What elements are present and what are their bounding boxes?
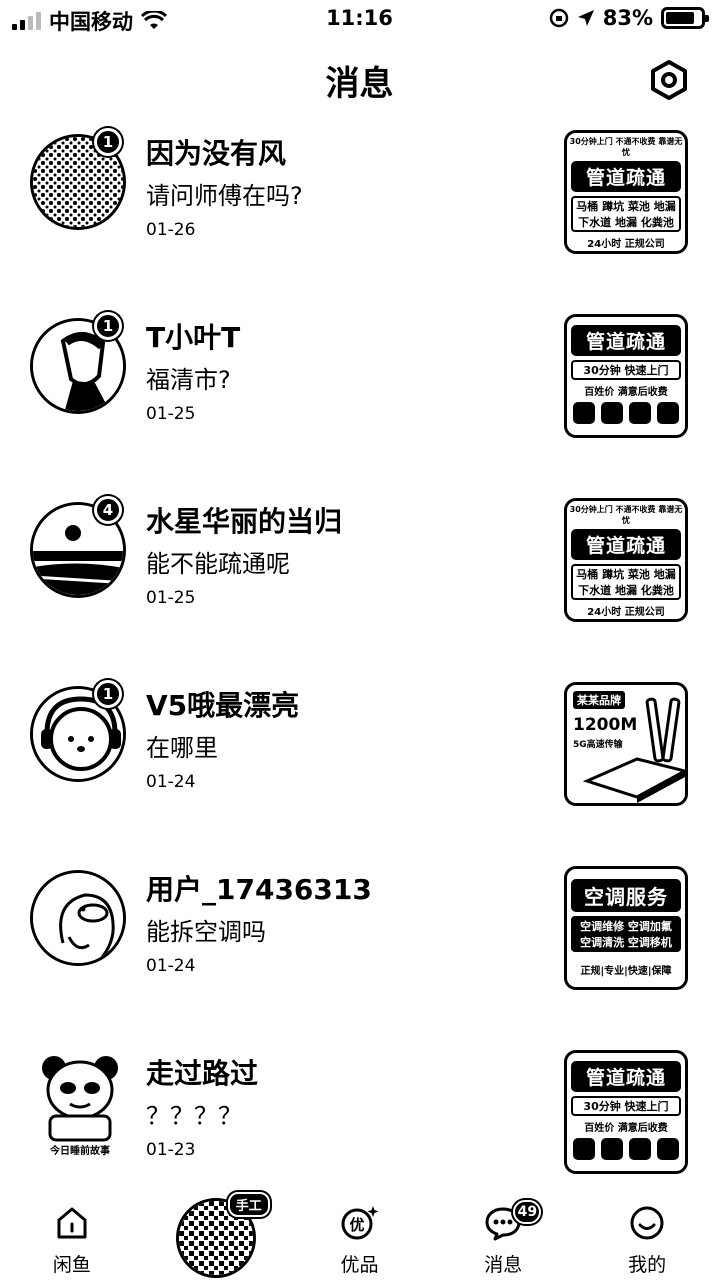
conversation-row[interactable]: 4 水星华丽的当归 能不能疏通呢 01-25 30分钟上门 不通不收费 靠谱无忧… (0, 480, 719, 664)
tab-label: 消息 (484, 1254, 523, 1276)
tab-messages[interactable]: 49 消息 (431, 1186, 575, 1280)
item-thumbnail[interactable]: 空调服务 空调维修 空调加氟 空调清洗 空调移机 正规|专业|快速|保障 (564, 866, 688, 990)
item-thumbnail[interactable]: 30分钟上门 不通不收费 靠谱无忧 管道疏通 马桶 蹲坑 菜池 地漏 下水道 地… (564, 498, 688, 622)
item-thumbnail[interactable]: 管道疏通 30分钟 快速上门 百姓价 满意后收费 (564, 1050, 688, 1174)
last-message: 请问师傅在吗? (146, 182, 303, 210)
thumb-footer: 正规|专业|快速|保障 (580, 966, 672, 977)
tab-unread-badge: 49 (513, 1200, 542, 1224)
thumb-top-text: 30分钟上门 不通不收费 靠谱无忧 (569, 137, 683, 157)
contact-name: V5哦最漂亮 (146, 689, 300, 722)
thumb-heading: 空调服务 (571, 879, 681, 912)
location-icon (577, 10, 594, 26)
battery-percent: 83% (602, 6, 653, 30)
message-date: 01-26 (146, 220, 196, 240)
thumb-heading: 管道疏通 (571, 325, 681, 356)
wifi-adapter-icon (582, 697, 685, 803)
item-thumbnail[interactable]: 30分钟上门 不通不收费 靠谱无忧 管道疏通 马桶 蹲坑 菜池 地漏 下水道 地… (564, 130, 688, 254)
orientation-lock-icon (549, 8, 568, 28)
thumb-subtext: 马桶 蹲坑 菜池 地漏 下水道 地漏 化粪池 (571, 564, 681, 600)
conversation-row[interactable]: 1 V5哦最漂亮 在哪里 01-24 某某品牌 1200M 5G高速传输 (0, 664, 719, 848)
sticker-caption: 今日睡前故事 (50, 1146, 110, 1157)
contact-name: 走过路过 (146, 1057, 259, 1090)
status-right: 83% (549, 6, 709, 30)
message-date: 01-25 (146, 588, 196, 608)
thumb-icons (573, 1138, 679, 1160)
contact-name: T小叶T (146, 321, 241, 354)
last-message: 在哪里 (146, 734, 218, 762)
thumb-top-text: 30分钟上门 不通不收费 靠谱无忧 (569, 505, 683, 525)
smile-icon (630, 1206, 664, 1240)
conversation-row[interactable]: 1 因为没有风 请问师傅在吗? 01-26 30分钟上门 不通不收费 靠谱无忧 … (0, 112, 719, 296)
thumb-heading: 管道疏通 (571, 529, 681, 560)
thumb-footer: 百姓价 满意后收费 (584, 1123, 668, 1134)
battery-icon (661, 7, 709, 29)
tab-bar: 闲鱼 手工 优 优品 49 消息 我的 (0, 1186, 719, 1280)
conversation-list: 1 因为没有风 请问师傅在吗? 01-26 30分钟上门 不通不收费 靠谱无忧 … (0, 112, 719, 1216)
last-message: 福清市? (146, 366, 231, 394)
tab-youpin[interactable]: 优 优品 (288, 1186, 432, 1280)
unread-badge: 4 (94, 496, 122, 524)
header: 消息 (0, 48, 719, 112)
item-thumbnail[interactable]: 某某品牌 1200M 5G高速传输 (564, 682, 688, 806)
thumb-footer: 24小时 正规公司 (587, 607, 665, 618)
message-date: 01-24 (146, 956, 196, 976)
youpin-icon: 优 (341, 1206, 379, 1240)
thumb-subtext: 马桶 蹲坑 菜池 地漏 下水道 地漏 化粪池 (571, 196, 681, 232)
message-date: 01-24 (146, 772, 196, 792)
tab-xianyu[interactable]: 闲鱼 (0, 1186, 144, 1280)
conversation-row[interactable]: 1 T小叶T 福清市? 01-25 管道疏通 30分钟 快速上门 百姓价 满意后… (0, 296, 719, 480)
svg-text:优: 优 (350, 1216, 365, 1234)
tab-center[interactable]: 手工 (144, 1186, 288, 1280)
unread-badge: 1 (94, 312, 122, 340)
thumb-heading: 管道疏通 (571, 161, 681, 192)
home-icon (57, 1207, 87, 1239)
status-bar: 中国移动 11:16 83% (0, 0, 719, 40)
tab-label: 闲鱼 (52, 1254, 91, 1276)
item-thumbnail[interactable]: 管道疏通 30分钟 快速上门 百姓价 满意后收费 (564, 314, 688, 438)
page-title: 消息 (325, 64, 394, 104)
tab-me[interactable]: 我的 (575, 1186, 719, 1280)
last-message: 能不能疏通呢 (146, 550, 290, 578)
thumb-footer: 24小时 正规公司 (587, 239, 665, 250)
settings-icon[interactable] (649, 60, 689, 100)
last-message: ？？？？ (146, 1102, 242, 1130)
thumb-heading: 管道疏通 (571, 1061, 681, 1092)
tab-label: 我的 (628, 1254, 667, 1276)
thumb-icons (573, 402, 679, 424)
avatar[interactable]: 今日睡前故事 (30, 1050, 130, 1160)
contact-name: 用户_17436313 (146, 873, 372, 906)
last-message: 能拆空调吗 (146, 918, 266, 946)
thumb-subtext: 30分钟 快速上门 (571, 1096, 681, 1116)
unread-badge: 1 (94, 680, 122, 708)
conversation-row[interactable]: 用户_17436313 能拆空调吗 01-24 空调服务 空调维修 空调加氟 空… (0, 848, 719, 1032)
message-date: 01-25 (146, 404, 196, 424)
avatar[interactable] (30, 870, 126, 966)
contact-name: 因为没有风 (146, 137, 287, 170)
unread-badge: 1 (94, 128, 122, 156)
tab-label: 优品 (340, 1254, 379, 1276)
thumb-subtext: 空调维修 空调加氟 空调清洗 空调移机 (571, 916, 681, 952)
penguin-icon (33, 873, 123, 963)
center-tag: 手工 (227, 1192, 270, 1217)
battery-fill (666, 12, 695, 24)
panda-sticker-icon (42, 1056, 118, 1142)
thumb-footer: 百姓价 满意后收费 (584, 387, 668, 398)
contact-name: 水星华丽的当归 (146, 505, 343, 538)
thumb-subtext: 30分钟 快速上门 (571, 360, 681, 380)
message-date: 01-23 (146, 1140, 196, 1160)
